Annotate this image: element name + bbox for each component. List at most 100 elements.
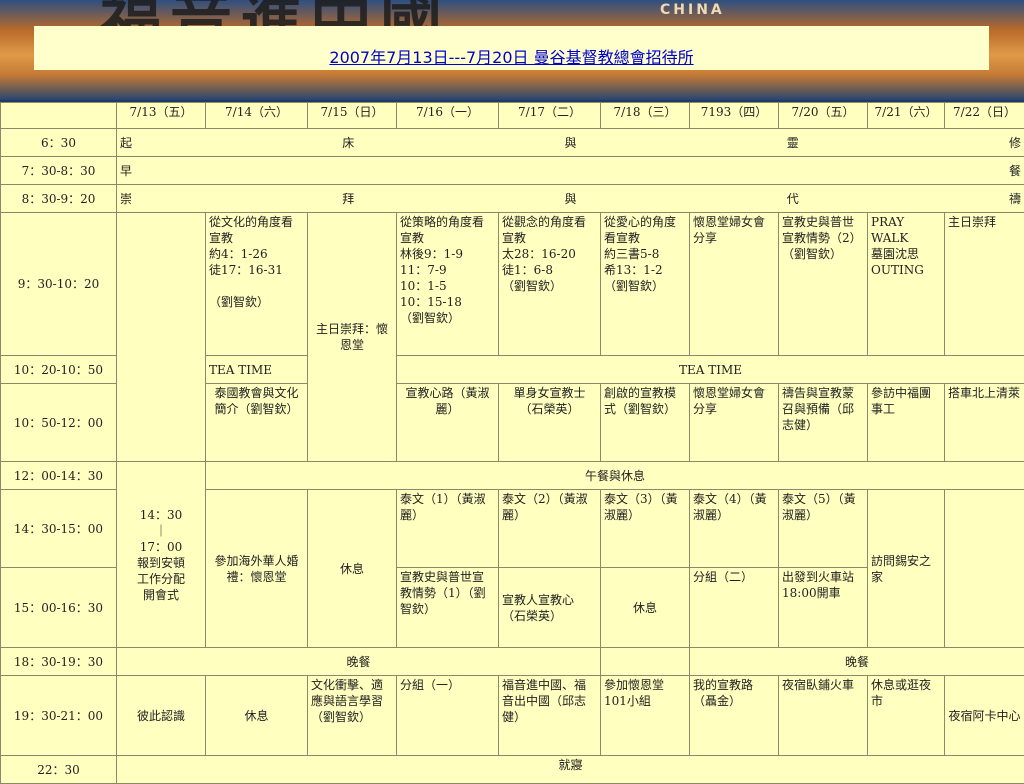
table-row: 19：30-21：00 彼此認識 休息 文化衝擊、適應與語言學習（劉智欽） 分組…: [1, 676, 1024, 756]
session-cell: 休息: [308, 490, 397, 648]
spread-char: 起: [120, 135, 132, 151]
spread-char: 修: [1009, 135, 1021, 151]
session-cell: 參加海外華人婚禮：懷恩堂: [206, 490, 308, 648]
session-cell: 休息: [206, 676, 308, 756]
session-cell: 14：30 ｜ 17：00 報到安頓 工作分配 開會式: [117, 462, 206, 648]
table-row: 22：30 就寢: [1, 756, 1024, 784]
day-header: 7/14（六）: [206, 103, 308, 129]
session-cell: 主日崇拜：懷恩堂: [308, 213, 397, 462]
time-cell: 9：30-10：20: [1, 213, 117, 356]
session-cell: 分組（二）: [690, 568, 779, 648]
table-row: 12：00-14：30 14：30 ｜ 17：00 報到安頓 工作分配 開會式 …: [1, 462, 1024, 490]
session-cell: 單身女宣教士（石榮英）: [499, 384, 601, 462]
spread-char: 崇: [120, 191, 132, 207]
session-cell: 宣教心路（黃淑麗）: [397, 384, 499, 462]
session-cell: 從愛心的角度看宣教 約三書5-8 希13：1-2 （劉智欽）: [601, 213, 690, 356]
spread-char: 與: [564, 135, 576, 151]
session-cell: 泰文（5）（黃淑麗）: [779, 490, 868, 568]
session-cell: 夜宿臥鋪火車: [779, 676, 868, 756]
session-cell: 搭車北上清萊: [945, 384, 1024, 462]
session-cell: 泰文（1）（黃淑麗）: [397, 490, 499, 568]
spread-cell: 崇 拜 與 代 禱: [117, 185, 1024, 213]
session-cell: 泰國教會與文化簡介（劉智欽）: [206, 384, 308, 462]
session-cell: 泰文（3）（黃淑麗）: [601, 490, 690, 568]
time-cell: 7：30-8：30: [1, 157, 117, 185]
table-row: 7：30-8：30 早 餐: [1, 157, 1024, 185]
session-cell: 分組（一）: [397, 676, 499, 756]
time-cell: 6：30: [1, 129, 117, 157]
time-cell: 19：30-21：00: [1, 676, 117, 756]
time-cell: 10：20-10：50: [1, 356, 117, 384]
spread-char: 拜: [342, 191, 354, 207]
spread-char: 與: [564, 191, 576, 207]
session-cell: 從文化的角度看宣教 約4：1-26 徒17：16-31 （劉智欽）: [206, 213, 308, 356]
session-cell: 文化衝擊、適應與語言學習（劉智欽）: [308, 676, 397, 756]
spread-cell: 起 床 與 靈 修: [117, 129, 1024, 157]
time-cell: 22：30: [1, 756, 117, 784]
empty-cell: [945, 490, 1024, 648]
banner-china-word: CHINA: [660, 2, 725, 18]
session-cell: 創啟的宣教模式（劉智欽）: [601, 384, 690, 462]
spread-char: 餐: [1009, 163, 1021, 179]
session-cell: 主日崇拜: [945, 213, 1024, 356]
title-box: 2007年7月13日---7月20日 曼谷基督教總會招待所: [34, 26, 989, 70]
tea-time-cell: TEA TIME: [206, 356, 308, 384]
table-row: 9：30-10：20 從文化的角度看宣教 約4：1-26 徒17：16-31 （…: [1, 213, 1024, 356]
day-header: 7/15（日）: [308, 103, 397, 129]
session-cell: 從觀念的角度看宣教 太28：16-20 徒1：6-8 （劉智欽）: [499, 213, 601, 356]
day-header: 7/21（六）: [868, 103, 945, 129]
time-cell: 14：30-15：00: [1, 490, 117, 568]
session-cell: 宣教史與普世宣教情勢（2）（劉智欽）: [779, 213, 868, 356]
day-header: 7/13（五）: [117, 103, 206, 129]
spread-char: 早: [120, 163, 132, 179]
time-cell: 10：50-12：00: [1, 384, 117, 462]
spread-char: 床: [342, 135, 354, 151]
session-cell: 泰文（2）（黃淑麗）: [499, 490, 601, 568]
session-cell: 宣教人宣教心（石榮英）: [499, 568, 601, 648]
time-cell: 12：00-14：30: [1, 462, 117, 490]
table-row: 18：30-19：30 晚餐 晚餐: [1, 648, 1024, 676]
table-row: 6：30 起 床 與 靈 修: [1, 129, 1024, 157]
time-cell: 15：00-16：30: [1, 568, 117, 648]
session-cell: 禱告與宣教蒙召與預備（邱志健）: [779, 384, 868, 462]
dinner-cell: 晚餐: [117, 648, 601, 676]
dinner-cell: 晚餐: [690, 648, 1024, 676]
day-header: 7/20（五）: [779, 103, 868, 129]
corner-cell: [1, 103, 117, 129]
spread-char: 禱: [1009, 191, 1021, 207]
time-cell: 18：30-19：30: [1, 648, 117, 676]
lunch-cell: 午餐與休息: [206, 462, 1024, 490]
day-header: 7/17（二）: [499, 103, 601, 129]
empty-cell: [117, 213, 206, 462]
session-cell: PRAY WALK 墓園沈思 OUTING: [868, 213, 945, 356]
session-cell: 我的宣教路（聶金）: [690, 676, 779, 756]
empty-cell: [601, 648, 690, 676]
session-cell: 宣教史與普世宣教情勢（1）（劉智欽）: [397, 568, 499, 648]
day-header: 7/18（三）: [601, 103, 690, 129]
session-cell: 從策略的角度看宣教 林後9：1-9 11：7-9 10：1-5 10：15-18…: [397, 213, 499, 356]
session-cell: 參訪中福團事工: [868, 384, 945, 462]
spread-char: 靈: [787, 135, 799, 151]
session-cell: 懷恩堂婦女會分享: [690, 384, 779, 462]
session-cell: 訪問錫安之家: [868, 490, 945, 648]
page-title: 2007年7月13日---7月20日 曼谷基督教總會招待所: [329, 44, 693, 68]
sleep-cell: 就寢: [117, 756, 1024, 784]
session-cell: 泰文（4）（黃淑麗）: [690, 490, 779, 568]
session-cell: 休息: [601, 568, 690, 648]
session-cell: 福音進中國、福音出中國（邱志健）: [499, 676, 601, 756]
header-row: 7/13（五） 7/14（六） 7/15（日） 7/16（一） 7/17（二） …: [1, 103, 1024, 129]
session-cell: 彼此認識: [117, 676, 206, 756]
day-header: 7/22（日）: [945, 103, 1024, 129]
day-header: 7193（四）: [690, 103, 779, 129]
spread-cell: 早 餐: [117, 157, 1024, 185]
session-cell: 出發到火車站18:00開車: [779, 568, 868, 648]
table-row: 8：30-9：20 崇 拜 與 代 禱: [1, 185, 1024, 213]
session-cell: 懷恩堂婦女會分享: [690, 213, 779, 356]
day-header: 7/16（一）: [397, 103, 499, 129]
spread-char: 代: [787, 191, 799, 207]
tea-time-cell: TEA TIME: [397, 356, 1024, 384]
session-cell: 休息或逛夜市: [868, 676, 945, 756]
time-cell: 8：30-9：20: [1, 185, 117, 213]
schedule-table: 7/13（五） 7/14（六） 7/15（日） 7/16（一） 7/17（二） …: [0, 102, 1024, 784]
session-cell: 夜宿阿卡中心: [945, 676, 1024, 756]
